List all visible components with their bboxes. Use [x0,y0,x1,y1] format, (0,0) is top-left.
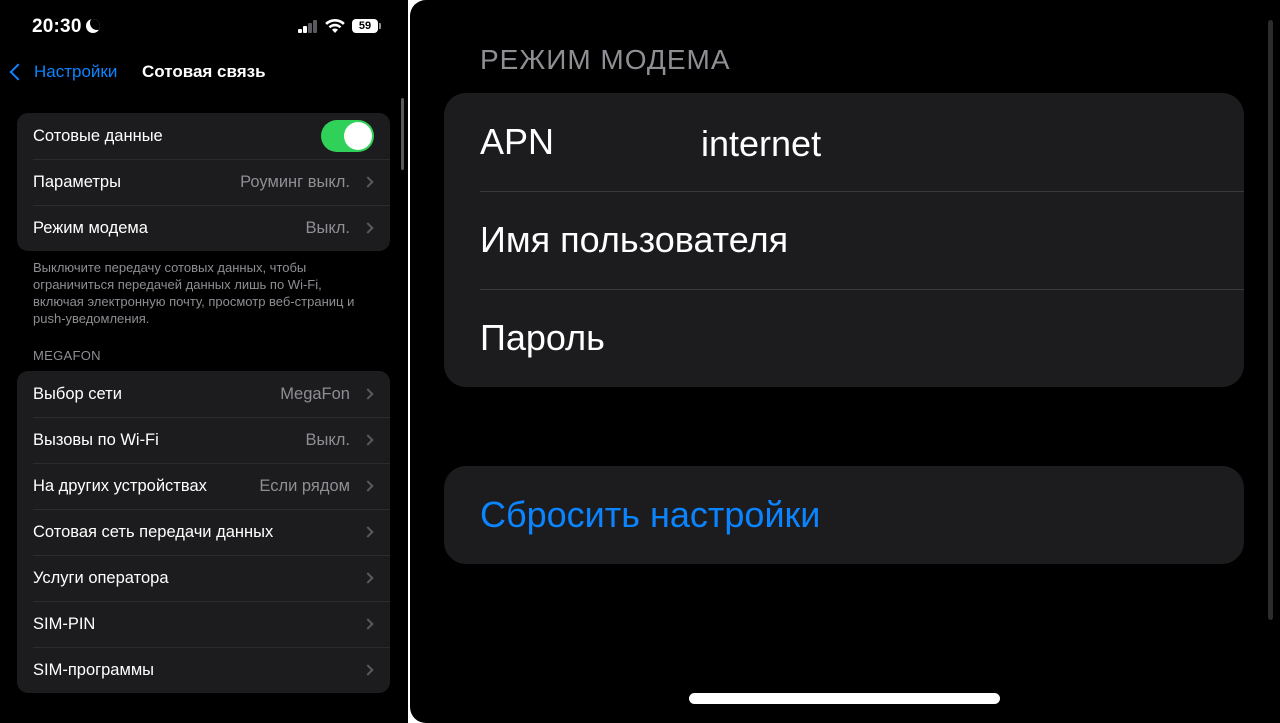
cellular-data-toggle[interactable] [321,120,374,152]
row-parameters[interactable]: Параметры Роуминг выкл. [17,159,390,205]
chevron-right-icon [362,176,374,188]
status-bar: 20:30 59 [0,0,408,52]
settings-panel: 20:30 59 Настройки Сотовая связь Сотовые… [0,0,408,723]
apn-value[interactable]: internet [701,123,821,165]
password-label: Пароль [480,317,605,358]
navigation-bar: Настройки Сотовая связь [0,56,408,90]
apn-label: APN [480,121,555,162]
row-value: Выкл. [305,430,350,449]
chevron-right-icon [362,526,374,538]
row-label: Выбор сети [33,384,122,403]
row-network-selection[interactable]: Выбор сети MegaFon [17,371,390,417]
moon-icon [86,19,100,33]
page-title: Сотовая связь [142,62,266,81]
back-button[interactable]: Настройки [8,62,117,82]
status-time: 20:30 [32,16,82,37]
carrier-settings-group: Выбор сети MegaFon Вызовы по Wi-Fi Выкл.… [17,371,390,693]
row-other-devices[interactable]: На других устройствах Если рядом [17,463,390,509]
modem-fields-group: APN internet Имя пользователя Пароль [444,93,1244,387]
row-wifi-calling[interactable]: Вызовы по Wi-Fi Выкл. [17,417,390,463]
row-carrier-services[interactable]: Услуги оператора [17,555,390,601]
row-value: MegaFon [280,384,350,403]
cellular-data-footnote: Выключите передачу сотовых данных, чтобы… [33,260,355,326]
modem-section-header: РЕЖИМ МОДЕМА [480,44,731,75]
password-field[interactable]: Пароль [444,289,1244,387]
scroll-indicator[interactable] [1268,20,1273,620]
row-modem-mode[interactable]: Режим модема Выкл. [17,205,390,251]
back-label: Настройки [34,62,118,81]
scroll-indicator[interactable] [401,98,404,170]
username-field[interactable]: Имя пользователя [444,191,1244,289]
row-label: Вызовы по Wi-Fi [33,430,159,449]
row-label: Режим модема [33,218,148,237]
chevron-right-icon [362,388,374,400]
row-label: SIM-PIN [33,614,96,633]
modem-panel: РЕЖИМ МОДЕМА APN internet Имя пользовате… [410,0,1280,723]
row-value: Если рядом [259,476,350,495]
row-label: На других устройствах [33,476,207,495]
row-label: Услуги оператора [33,568,169,587]
chevron-right-icon [362,480,374,492]
reset-group: Сбросить настройки [444,466,1244,564]
chevron-left-icon [9,63,27,81]
section-header-megafon: MEGAFON [33,348,101,363]
home-indicator[interactable] [689,693,1000,704]
chevron-right-icon [362,618,374,630]
username-label: Имя пользователя [480,219,789,260]
row-label: Параметры [33,172,121,191]
chevron-right-icon [362,664,374,676]
row-sim-apps[interactable]: SIM-программы [17,647,390,693]
wifi-icon [325,18,345,33]
battery-icon: 59 [352,19,381,33]
cellular-signal-icon [298,20,318,33]
reset-settings-button[interactable]: Сбросить настройки [444,466,1244,564]
row-value: Роуминг выкл. [240,172,350,191]
row-label: SIM-программы [33,660,155,679]
chevron-right-icon [362,222,374,234]
row-value: Выкл. [305,218,350,237]
chevron-right-icon [362,572,374,584]
row-cellular-data: Сотовые данные [17,113,390,159]
row-cellular-data-network[interactable]: Сотовая сеть передачи данных [17,509,390,555]
chevron-right-icon [362,434,374,446]
toggle-knob [344,122,372,150]
row-sim-pin[interactable]: SIM-PIN [17,601,390,647]
cellular-settings-group: Сотовые данные Параметры Роуминг выкл. Р… [17,113,390,251]
row-label: Сотовые данные [33,126,163,145]
row-label: Сотовая сеть передачи данных [33,522,274,541]
apn-field[interactable]: APN internet [444,93,1244,191]
